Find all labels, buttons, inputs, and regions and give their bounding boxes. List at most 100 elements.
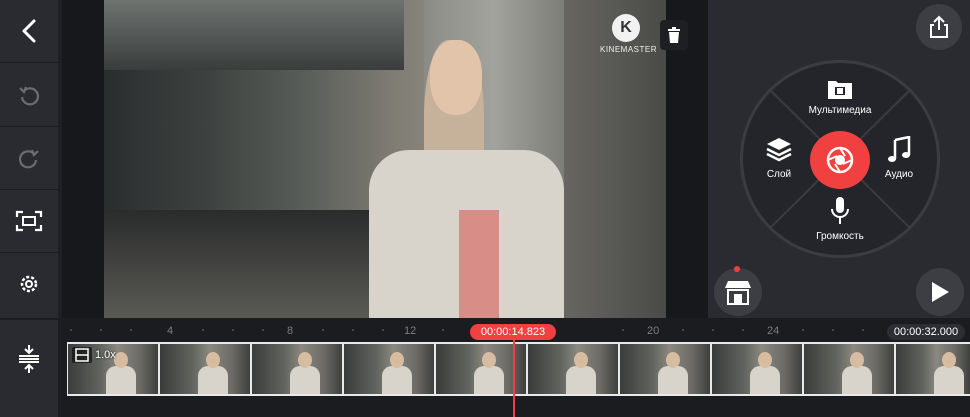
chevron-left-icon (22, 19, 36, 43)
ruler-tick (622, 329, 624, 331)
layer-label: Слой (766, 169, 792, 180)
settings-button[interactable] (0, 253, 58, 315)
record-button[interactable] (810, 131, 870, 189)
thumbnail-person (934, 366, 964, 394)
undo-icon (19, 86, 40, 106)
expand-timeline-button[interactable] (14, 344, 44, 374)
ruler-tick (682, 329, 684, 331)
undo-button[interactable] (0, 64, 58, 127)
clip-thumbnail (252, 344, 342, 394)
thumbnail-head (206, 352, 220, 368)
clip-speed: 1.0x (95, 349, 116, 361)
ruler-tick (352, 329, 354, 331)
person-top (459, 210, 499, 318)
clip-type-badge (72, 347, 92, 363)
microphone-icon (831, 197, 849, 224)
media-label: Мультимедиа (808, 105, 872, 116)
volume-label: Громкость (816, 231, 864, 242)
ruler-label: 20 (647, 325, 660, 337)
crop-button[interactable] (0, 190, 58, 253)
film-icon (75, 348, 89, 362)
ruler-label: 24 (767, 325, 780, 337)
play-icon (932, 282, 949, 302)
media-wheel-item-audio[interactable]: Аудио (878, 135, 920, 180)
ruler-tick (382, 329, 384, 331)
fullscreen-crop-icon (15, 210, 43, 232)
share-button[interactable] (916, 4, 962, 50)
thumbnail-head (114, 352, 128, 368)
clip-thumbnail (804, 344, 894, 394)
playhead[interactable] (513, 335, 515, 417)
platform-floor (104, 210, 404, 318)
expand-timeline-icon (19, 345, 39, 373)
thumbnail-head (850, 352, 864, 368)
thumbnail-person (842, 366, 872, 394)
thumbnail-head (942, 352, 956, 368)
media-wheel-item-media[interactable]: Мультимедиа (800, 78, 880, 116)
ruler-tick (70, 329, 72, 331)
trash-icon (668, 27, 680, 43)
ruler-tick (232, 329, 234, 331)
thumbnail-head (298, 352, 312, 368)
film-folder-icon (828, 81, 852, 99)
thumbnail-person (198, 366, 228, 394)
ruler-label: 12 (404, 325, 417, 337)
ruler-tick (100, 329, 102, 331)
thumbnail-person (106, 366, 136, 394)
timeline-left-panel (0, 320, 58, 417)
ruler-tick (862, 329, 864, 331)
clip-thumbnail (528, 344, 618, 394)
thumbnail-person (750, 366, 780, 394)
ruler-tick (712, 329, 714, 331)
media-wheel-item-layer[interactable]: Слой (758, 136, 800, 180)
back-button[interactable] (0, 0, 58, 63)
store-icon (725, 281, 751, 305)
thumbnail-person (290, 366, 320, 394)
ruler-tick (802, 329, 804, 331)
left-toolbar (0, 0, 58, 318)
thumbnail-person (658, 366, 688, 394)
ruler-tick (742, 329, 744, 331)
video-preview[interactable] (104, 0, 666, 318)
thumbnail-head (666, 352, 680, 368)
clip-thumbnail (620, 344, 710, 394)
share-icon (930, 15, 948, 38)
ruler-tick (322, 329, 324, 331)
ruler-tick (832, 329, 834, 331)
audio-label: Аудио (884, 169, 914, 180)
redo-icon (18, 149, 39, 169)
gear-icon (20, 275, 38, 293)
ruler-tick (202, 329, 204, 331)
kinemaster-logo: K (612, 14, 640, 42)
ruler-tick (130, 329, 132, 331)
thumbnail-head (482, 352, 496, 368)
thumbnail-head (574, 352, 588, 368)
ruler-label: 4 (167, 325, 174, 337)
media-wheel-item-voice[interactable]: Громкость (800, 196, 880, 242)
camera-shutter-icon (826, 146, 854, 174)
music-note-icon (888, 135, 911, 162)
store-notification-dot (734, 266, 740, 272)
layers-icon (766, 138, 792, 162)
kinemaster-brand-text: KINEMASTER (600, 45, 658, 54)
thumbnail-head (758, 352, 772, 368)
thumbnail-person (382, 366, 412, 394)
kinemaster-watermark: K KINEMASTER (600, 14, 658, 54)
play-button[interactable] (916, 268, 964, 316)
redo-button[interactable] (0, 127, 58, 190)
clip-thumbnail (896, 344, 970, 394)
current-time: 00:00:14.823 (470, 324, 556, 340)
delete-watermark-button[interactable] (660, 20, 688, 50)
thumbnail-person (566, 366, 596, 394)
clip-thumbnail (712, 344, 802, 394)
station-roof (104, 0, 404, 70)
thumbnail-head (390, 352, 404, 368)
ruler-label: 8 (287, 325, 294, 337)
clip-thumbnail (344, 344, 434, 394)
ruler-tick (262, 329, 264, 331)
thumbnail-person (474, 366, 504, 394)
person-face (430, 40, 482, 115)
clip-thumbnail (160, 344, 250, 394)
asset-store-button[interactable] (714, 268, 762, 316)
ruler-tick (442, 329, 444, 331)
